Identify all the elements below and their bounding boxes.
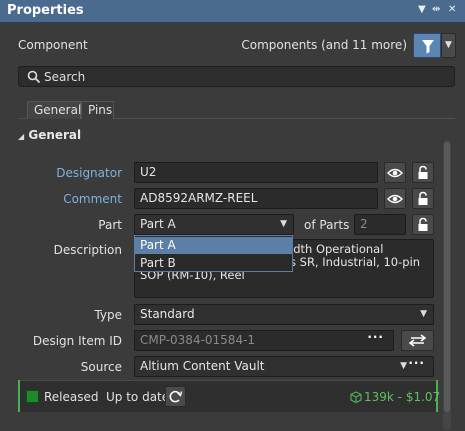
lock-icon: [418, 165, 428, 179]
designator-visibility-button[interactable]: [384, 162, 406, 183]
part-dropdown-list: Part A Part B: [134, 235, 293, 272]
part-lock-button[interactable]: [412, 214, 434, 235]
refresh-icon: [169, 390, 183, 403]
general-section-header[interactable]: ◢ General: [18, 128, 81, 142]
design-item-id-value: CMP-0384-01584-1: [140, 333, 256, 347]
swap-item-button[interactable]: [401, 330, 434, 351]
eye-icon: [387, 168, 403, 178]
design-item-id-field[interactable]: CMP-0384-01584-1 ···: [134, 330, 394, 351]
eye-icon: [387, 194, 403, 204]
source-select[interactable]: Altium Content Vault ··· ▼: [134, 356, 434, 377]
collapse-triangle-icon: ◢: [18, 132, 25, 141]
lock-icon: [418, 191, 428, 205]
cube-icon: [350, 391, 362, 403]
designator-label: Designator: [56, 166, 122, 180]
type-select[interactable]: Standard ▼: [134, 304, 434, 325]
part-label: Part: [98, 218, 122, 232]
supply-price-label[interactable]: 139k - $1.07: [364, 390, 440, 404]
more-icon[interactable]: ···: [367, 331, 384, 344]
designator-lock-button[interactable]: [412, 162, 434, 183]
up-to-date-label: Up to date: [106, 390, 170, 404]
comment-visibility-button[interactable]: [384, 188, 406, 209]
source-select-value: Altium Content Vault: [140, 359, 265, 373]
close-icon[interactable]: ✕: [448, 4, 456, 15]
comment-label: Comment: [63, 192, 122, 206]
part-option-a[interactable]: Part A: [135, 237, 292, 254]
filter-dropdown-arrow[interactable]: ▼: [441, 33, 456, 58]
panel-titlebar: Properties ▼ ⇹ ✕: [0, 0, 465, 23]
chevron-down-icon: ▼: [280, 219, 287, 229]
more-icon[interactable]: ···: [408, 357, 425, 370]
filter-icon: [422, 40, 434, 54]
search-icon: [27, 70, 41, 84]
of-parts-label: of Parts: [304, 218, 350, 232]
part-option-b[interactable]: Part B: [135, 255, 292, 272]
chevron-down-icon: ▼: [420, 309, 427, 319]
tab-pins[interactable]: Pins: [81, 101, 114, 119]
filter-button[interactable]: [413, 33, 441, 58]
component-label: Component: [18, 38, 88, 52]
designator-field[interactable]: U2: [134, 162, 378, 183]
type-select-value: Standard: [140, 307, 195, 321]
part-select[interactable]: Part A ▼: [134, 214, 294, 235]
scrollbar-thumb[interactable]: [444, 142, 450, 412]
chevron-down-icon: ▼: [400, 361, 407, 371]
panel-menu-icon[interactable]: ▼: [418, 4, 426, 15]
component-filter-text: Components (and 11 more): [241, 38, 407, 52]
released-label: Released: [44, 390, 99, 404]
general-section-title: General: [28, 128, 82, 142]
part-select-value: Part A: [140, 217, 176, 231]
panel-title: Properties: [7, 3, 84, 18]
refresh-button[interactable]: [165, 386, 186, 407]
comment-field[interactable]: AD8592ARMZ-REEL: [134, 188, 378, 209]
lock-icon: [418, 217, 428, 231]
search-placeholder: Search: [44, 70, 86, 84]
type-label: Type: [94, 308, 122, 322]
description-label: Description: [53, 243, 122, 257]
pin-icon[interactable]: ⇹: [432, 4, 440, 15]
source-label: Source: [80, 360, 122, 374]
comment-lock-button[interactable]: [412, 188, 434, 209]
of-parts-field: 2: [354, 214, 406, 235]
tab-general[interactable]: General: [27, 101, 81, 119]
released-status-square: [26, 390, 39, 403]
design-item-id-label: Design Item ID: [32, 334, 122, 348]
status-accent-left: [18, 380, 20, 412]
swap-icon: [408, 334, 427, 347]
search-input[interactable]: Search: [18, 66, 455, 87]
